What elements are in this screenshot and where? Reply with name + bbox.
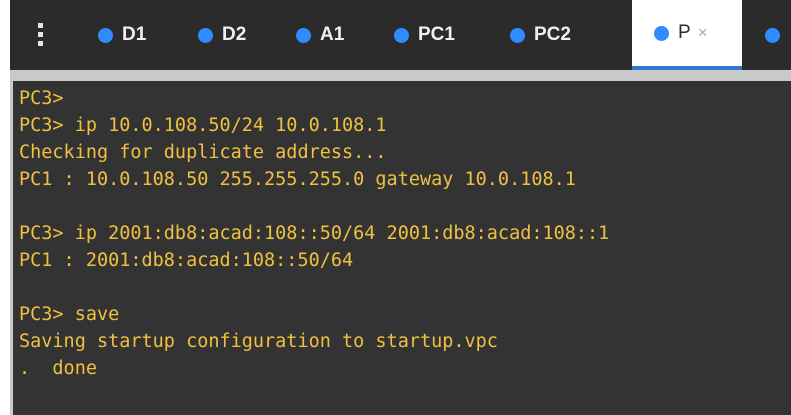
- console-window: D1 D2 A1 PC1 PC2 P × PC3> PC3> ip 10.0.1…: [0, 0, 791, 415]
- status-dot-icon: [654, 25, 669, 41]
- tab-label: PC1: [418, 24, 455, 45]
- terminal-line: Checking for duplicate address...: [19, 142, 387, 163]
- terminal-line: PC3> ip 10.0.108.50/24 10.0.108.1: [19, 115, 387, 136]
- tab-label: D1: [122, 24, 147, 45]
- tab-pc1[interactable]: PC1: [394, 0, 455, 70]
- tab-a1[interactable]: A1: [296, 0, 344, 70]
- tab-overflow[interactable]: [765, 0, 789, 70]
- tab-pc2[interactable]: PC2: [510, 0, 571, 70]
- console-frame: PC3> PC3> ip 10.0.108.50/24 10.0.108.1 C…: [10, 70, 791, 415]
- terminal-line: PC1 : 2001:db8:acad:108::50/64: [19, 250, 354, 271]
- menu-dot: [38, 41, 43, 46]
- tab-d2[interactable]: D2: [198, 0, 246, 70]
- tab-d1[interactable]: D1: [98, 0, 146, 70]
- tab-label: PC2: [534, 24, 571, 45]
- tab-label: A1: [320, 24, 345, 45]
- tab-bar: D1 D2 A1 PC1 PC2 P ×: [10, 0, 791, 70]
- status-dot-icon: [296, 27, 311, 43]
- status-dot-icon: [98, 27, 113, 43]
- menu-dot: [38, 23, 43, 28]
- terminal-line: Saving startup configuration to startup.…: [19, 331, 498, 352]
- tab-label: P: [678, 22, 691, 43]
- status-dot-icon: [394, 27, 409, 43]
- close-icon[interactable]: ×: [698, 23, 708, 43]
- more-options-icon[interactable]: [10, 0, 70, 70]
- tab-label: D2: [222, 24, 247, 45]
- menu-dot: [38, 32, 43, 37]
- status-dot-icon: [765, 27, 780, 43]
- terminal-line: PC3> ip 2001:db8:acad:108::50/64 2001:db…: [19, 223, 610, 244]
- terminal-line: PC3> save: [19, 304, 120, 325]
- terminal-line: PC3>: [19, 88, 64, 109]
- status-dot-icon: [198, 27, 213, 43]
- status-dot-icon: [510, 27, 525, 43]
- terminal-line: . done: [19, 358, 97, 379]
- terminal-output[interactable]: PC3> PC3> ip 10.0.108.50/24 10.0.108.1 C…: [13, 81, 791, 415]
- terminal-line: PC1 : 10.0.108.50 255.255.255.0 gateway …: [19, 169, 576, 190]
- tab-pc3-active[interactable]: P ×: [632, 0, 742, 70]
